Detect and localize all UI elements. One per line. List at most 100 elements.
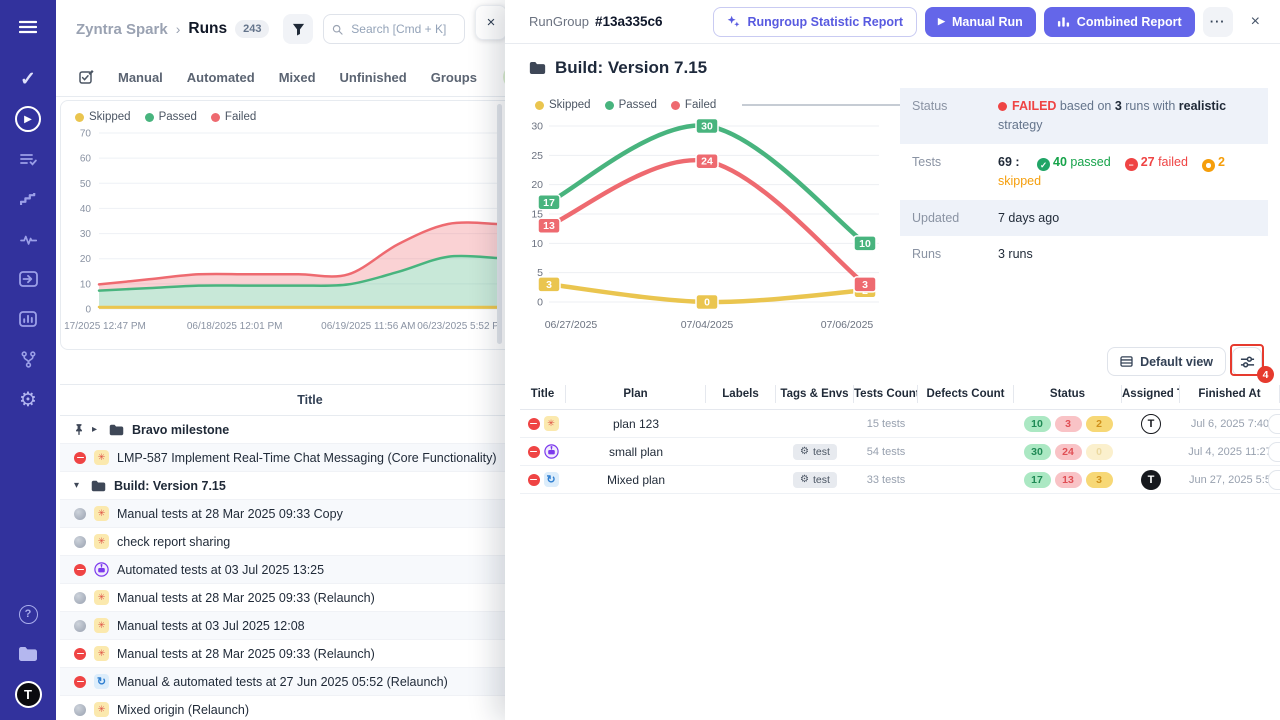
column-header-plan[interactable]: Plan <box>566 385 706 403</box>
column-header-labels[interactable]: Labels <box>706 385 776 403</box>
folder-icon <box>109 424 124 436</box>
help-icon[interactable]: ? <box>15 601 41 627</box>
check-icon[interactable]: ✓ <box>15 66 41 92</box>
column-header-assigned-to[interactable]: Assigned To <box>1122 385 1180 403</box>
row-actions-button[interactable] <box>1268 442 1280 462</box>
legend-item-failed[interactable]: Failed <box>211 111 256 123</box>
legend-item-skipped[interactable]: Skipped <box>75 111 131 123</box>
column-header-tests-count[interactable]: Tests Count <box>854 385 918 403</box>
steps-icon[interactable] <box>15 186 41 212</box>
manual-run-icon: ✳ <box>94 702 109 717</box>
runs-value: 3 runs <box>998 245 1256 264</box>
svg-text:06/18/2025 12:01 PM: 06/18/2025 12:01 PM <box>187 321 283 332</box>
run-title: Manual tests at 28 Mar 2025 09:33 (Relau… <box>117 591 375 605</box>
legend-item-failed[interactable]: Failed <box>671 99 716 111</box>
table-row[interactable]: ↻Mixed plan⚙test33 tests17133TJun 27, 20… <box>520 466 1280 494</box>
list-check-icon[interactable] <box>15 146 41 172</box>
play-icon: ▶ <box>938 16 945 27</box>
column-header-defects-count[interactable]: Defects Count <box>918 385 1014 403</box>
rungroup-line-chart: 0510152025303021324317301006/27/202507/0… <box>529 114 887 340</box>
branches-icon[interactable] <box>15 346 41 372</box>
failed-minus-icon: − <box>1125 158 1138 171</box>
manual-run-icon: ✳ <box>94 450 109 465</box>
plan-name[interactable]: small plan <box>609 445 663 459</box>
drawer-header: RunGroup #13a335c6 Rungroup Statistic Re… <box>505 0 1280 44</box>
legend-item-skipped[interactable]: Skipped <box>535 99 591 111</box>
scrollbar[interactable] <box>497 104 502 344</box>
search-box[interactable] <box>323 14 465 44</box>
table-body: ✳plan 12315 tests1032TJul 6, 2025 7:40 sm… <box>520 410 1280 494</box>
plan-name[interactable]: plan 123 <box>613 417 659 431</box>
import-icon[interactable] <box>15 266 41 292</box>
tests-value: 69 : ✓40 passed−27 failed2 skipped <box>998 153 1256 191</box>
tab-mixed[interactable]: Mixed <box>279 70 316 85</box>
legend-dot-icon <box>535 101 544 110</box>
legend-item-passed[interactable]: Passed <box>145 111 197 123</box>
plan-name[interactable]: Mixed plan <box>607 473 665 487</box>
run-title: Manual & automated tests at 27 Jun 2025 … <box>117 675 448 689</box>
legend-label: Passed <box>159 111 197 123</box>
run-row[interactable]: ✳Manual tests at 28 Mar 2025 09:33 Copy <box>60 500 560 528</box>
column-header-tags-envs[interactable]: Tags & Envs <box>776 385 854 403</box>
run-row[interactable]: ↻ Manual & automated tests at 27 Jun 2025… <box>60 668 560 696</box>
search-input[interactable] <box>349 21 456 37</box>
row-actions-button[interactable] <box>1268 414 1280 434</box>
default-view-label: Default view <box>1140 355 1213 369</box>
table-row[interactable]: ✳plan 12315 tests1032TJul 6, 2025 7:40 <box>520 410 1280 438</box>
gear-icon: ⚙ <box>800 446 809 457</box>
run-row[interactable]: ✳Manual tests at 28 Mar 2025 09:33 (Rela… <box>60 584 560 612</box>
run-row[interactable]: ✳Mixed origin (Relaunch) <box>60 696 560 720</box>
svg-text:0: 0 <box>537 297 543 309</box>
run-row[interactable]: ✳LMP-587 Implement Real-Time Chat Messag… <box>60 444 560 472</box>
run-row[interactable]: ✳Manual tests at 03 Jul 2025 12:08 <box>60 612 560 640</box>
drawer-close-button[interactable]: × <box>1245 12 1266 32</box>
collapse-caret-icon[interactable]: ▾ <box>74 480 83 491</box>
menu-icon[interactable] <box>15 14 41 40</box>
panel-close-button[interactable]: × <box>475 5 507 40</box>
pin-icon <box>74 423 84 436</box>
folder-row[interactable]: ▾Build: Version 7.15 <box>60 472 560 500</box>
tab-manual[interactable]: Manual <box>118 70 163 85</box>
run-row[interactable]: ✳check report sharing <box>60 528 560 556</box>
breadcrumb-project[interactable]: Zyntra Spark <box>76 21 168 38</box>
status-neutral-icon <box>74 592 86 604</box>
svg-text:07/06/2025: 07/06/2025 <box>821 319 874 331</box>
column-settings-button[interactable] <box>1232 347 1262 376</box>
svg-text:13: 13 <box>543 220 555 232</box>
status-failed-icon <box>74 648 86 660</box>
breadcrumb-separator: › <box>176 21 181 37</box>
run-row[interactable]: Automated tests at 03 Jul 2025 13:25 <box>60 556 560 584</box>
settings-gear-icon[interactable]: ⚙ <box>15 386 41 412</box>
combined-report-button[interactable]: Combined Report <box>1044 7 1195 37</box>
updated-label: Updated <box>912 209 998 228</box>
tag-pill: ⚙test <box>793 472 837 488</box>
legend-item-passed[interactable]: Passed <box>605 99 657 111</box>
tab-groups[interactable]: Groups <box>431 70 477 85</box>
column-header-title[interactable]: Title <box>520 385 566 403</box>
column-header-status[interactable]: Status <box>1014 385 1122 403</box>
user-avatar[interactable]: T <box>15 681 42 708</box>
more-options-button[interactable]: ··· <box>1203 7 1233 37</box>
milestone-row[interactable]: ▸Bravo milestone <box>60 416 560 444</box>
runs-play-icon[interactable]: ▶ <box>15 106 41 132</box>
table-row[interactable]: small plan⚙test54 tests30240Jul 4, 2025 … <box>520 438 1280 466</box>
default-view-button[interactable]: Default view <box>1107 347 1226 376</box>
run-row[interactable]: ✳Manual tests at 28 Mar 2025 09:33 (Rela… <box>60 640 560 668</box>
combined-report-label: Combined Report <box>1077 15 1182 29</box>
tab-automated[interactable]: Automated <box>187 70 255 85</box>
manual-run-button[interactable]: ▶ Manual Run <box>925 7 1036 37</box>
svg-text:60: 60 <box>80 154 92 165</box>
column-header-finished-at[interactable]: Finished At <box>1180 385 1280 403</box>
analytics-icon[interactable] <box>15 306 41 332</box>
row-actions-button[interactable] <box>1268 470 1280 490</box>
mixed-run-icon: ↻ <box>94 674 109 689</box>
tab-unfinished[interactable]: Unfinished <box>340 70 407 85</box>
projects-folder-icon[interactable] <box>15 641 41 667</box>
activity-icon[interactable] <box>15 226 41 252</box>
select-runs-icon[interactable] <box>78 69 94 85</box>
assignee-avatar[interactable]: T <box>1141 414 1161 434</box>
assignee-avatar[interactable]: T <box>1141 470 1161 490</box>
rungroup-statistic-report-button[interactable]: Rungroup Statistic Report <box>713 7 917 37</box>
filter-button[interactable] <box>283 14 313 44</box>
expand-caret-icon[interactable]: ▸ <box>92 424 101 435</box>
